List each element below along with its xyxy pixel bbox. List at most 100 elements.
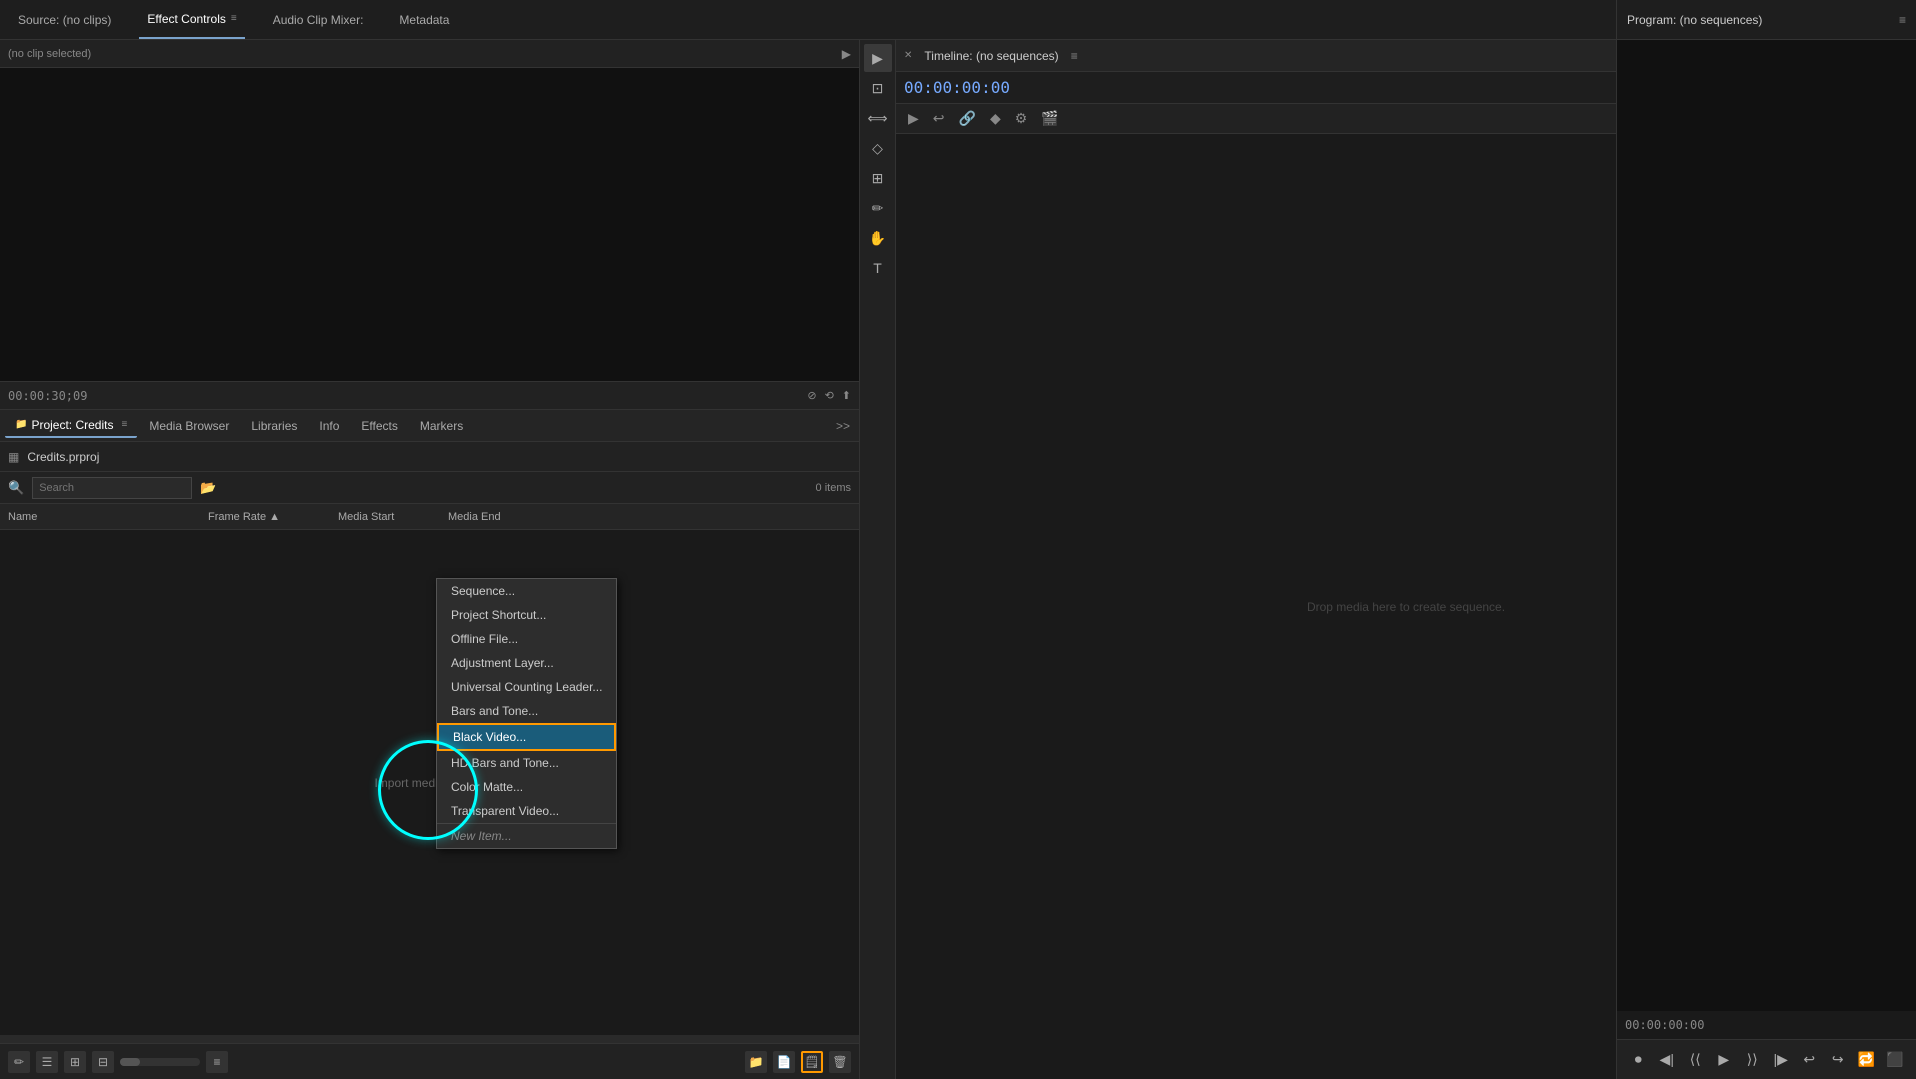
- tab-audio-clip-mixer[interactable]: Audio Clip Mixer:: [265, 0, 372, 39]
- menu-item-offline-file[interactable]: Offline File...: [437, 627, 616, 651]
- prog-prev-btn[interactable]: ⟨⟨: [1684, 1046, 1707, 1074]
- tab-markers[interactable]: Markers: [410, 415, 473, 437]
- tab-libraries-label: Libraries: [251, 419, 297, 433]
- panel-tabs-more[interactable]: >>: [832, 415, 854, 437]
- tab-audio-clip-mixer-label: Audio Clip Mixer:: [273, 13, 364, 27]
- tab-effect-controls[interactable]: Effect Controls ≡: [139, 0, 244, 39]
- program-label: Program: (no sequences): [1627, 13, 1762, 27]
- tab-effect-controls-label: Effect Controls: [147, 12, 225, 26]
- prog-play-btn[interactable]: ▶: [1713, 1046, 1736, 1074]
- new-item-footer-btn[interactable]: 📄: [773, 1051, 795, 1073]
- text-tool-btn[interactable]: T: [864, 254, 892, 282]
- tab-source[interactable]: Source: (no clips): [10, 0, 119, 39]
- source-screen: [0, 68, 859, 381]
- grid-view-icon: ▦: [8, 450, 19, 464]
- prog-step-back-btn[interactable]: ◀|: [1656, 1046, 1679, 1074]
- source-expand-icon: ▶: [842, 47, 851, 61]
- program-header: Program: (no sequences) ≡: [1617, 0, 1916, 40]
- prog-loop-btn[interactable]: 🔁: [1855, 1046, 1878, 1074]
- tl-link-btn[interactable]: 🔗: [955, 108, 980, 129]
- menu-item-bars-tone[interactable]: Bars and Tone...: [437, 699, 616, 723]
- tab-libraries[interactable]: Libraries: [241, 415, 307, 437]
- freeform-footer-btn[interactable]: ⊟: [92, 1051, 114, 1073]
- timeline-close-icon[interactable]: ✕: [904, 50, 912, 61]
- hand-tool-btn[interactable]: ✋: [864, 224, 892, 252]
- filter-icon: ⊘: [807, 389, 816, 402]
- col-header-framerate: Frame Rate ▲: [208, 511, 338, 523]
- no-clip-label: (no clip selected): [8, 48, 91, 60]
- tab-info[interactable]: Info: [309, 415, 349, 437]
- tool-column: ▶ ⊡ ⟺ ◇ ⊞ ✏ ✋ T: [860, 40, 896, 1079]
- program-controls: ⏺ ◀| ⟨⟨ ▶ ⟩⟩ |▶ ↩ ↪ 🔁 ⬛: [1617, 1039, 1916, 1079]
- tl-ripple-btn[interactable]: ↩: [929, 108, 949, 129]
- menu-item-transparent-video[interactable]: Transparent Video...: [437, 799, 616, 823]
- column-headers: Name Frame Rate ▲ Media Start Media End: [0, 504, 859, 530]
- tl-select-btn[interactable]: ▶: [904, 108, 923, 129]
- tab-markers-label: Markers: [420, 419, 463, 433]
- col-header-mediaend: Media End: [448, 511, 548, 523]
- prog-next-btn[interactable]: ⟩⟩: [1741, 1046, 1764, 1074]
- tab-media-browser-label: Media Browser: [149, 419, 229, 433]
- slip-tool-btn[interactable]: ⊞: [864, 164, 892, 192]
- menu-item-hd-bars-tone[interactable]: HD Bars and Tone...: [437, 751, 616, 775]
- tl-insert-btn[interactable]: ⚙: [1011, 108, 1032, 129]
- new-bin-footer-btn[interactable]: 📁: [745, 1051, 767, 1073]
- source-timecode: 00:00:30;09: [8, 389, 87, 403]
- menu-item-universal-counting[interactable]: Universal Counting Leader...: [437, 675, 616, 699]
- prog-record-btn[interactable]: ⏺: [1627, 1046, 1650, 1074]
- track-select-tool-btn[interactable]: ⊡: [864, 74, 892, 102]
- source-monitor: (no clip selected) ▶ 00:00:30;09 ⊘ ⟲ ⬆: [0, 40, 859, 410]
- export-icon: ⬆: [842, 389, 851, 402]
- tab-media-browser[interactable]: Media Browser: [139, 415, 239, 437]
- tab-info-label: Info: [319, 419, 339, 433]
- folder-small-icon: 📁: [15, 419, 27, 430]
- items-count: 0 items: [816, 482, 851, 494]
- project-panel: 📁 Project: Credits ≡ Media Browser Libra…: [0, 410, 859, 1079]
- tab-effects[interactable]: Effects: [351, 415, 407, 437]
- highlighted-new-item-btn[interactable]: 🗒: [801, 1051, 823, 1073]
- icon-view-footer-btn[interactable]: ⊞: [64, 1051, 86, 1073]
- razor-tool-btn[interactable]: ◇: [864, 134, 892, 162]
- tl-marker-btn[interactable]: ◆: [986, 108, 1005, 129]
- program-timecode-value: 00:00:00:00: [1625, 1018, 1704, 1032]
- tab-metadata[interactable]: Metadata: [391, 0, 457, 39]
- search-bar: 🔍 📂 0 items: [0, 472, 859, 504]
- menu-item-sequence[interactable]: Sequence...: [437, 579, 616, 603]
- tab-project-label: Project: Credits: [31, 418, 113, 432]
- pen-tool-btn[interactable]: ✏: [864, 194, 892, 222]
- project-footer: ✏ ☰ ⊞ ⊟ ≡ 📁 📄 🗒 🗑: [0, 1043, 859, 1079]
- panel-tabs: 📁 Project: Credits ≡ Media Browser Libra…: [0, 410, 859, 442]
- sort-asc-icon: ▲: [269, 511, 280, 523]
- delete-footer-btn[interactable]: 🗑: [829, 1051, 851, 1073]
- pencil-btn[interactable]: ✏: [8, 1051, 30, 1073]
- prog-export-btn[interactable]: ⬛: [1884, 1046, 1907, 1074]
- timeline-drop-hint: Drop media here to create sequence.: [1307, 600, 1505, 614]
- menu-item-black-video[interactable]: Black Video...: [437, 723, 616, 751]
- ripple-edit-tool-btn[interactable]: ⟺: [864, 104, 892, 132]
- select-tool-btn[interactable]: ▶: [864, 44, 892, 72]
- timeline-timecode: 00:00:00:00: [904, 78, 1010, 97]
- col-header-mediastart: Media Start: [338, 511, 448, 523]
- project-content: Import media to start: [0, 530, 859, 1035]
- program-menu-icon2: ≡: [1899, 13, 1906, 27]
- list-view-footer-btn[interactable]: ☰: [36, 1051, 58, 1073]
- settings-footer-btn[interactable]: ≡: [206, 1051, 228, 1073]
- scrollbar-h[interactable]: [0, 1035, 859, 1043]
- main-layout: (no clip selected) ▶ 00:00:30;09 ⊘ ⟲ ⬆ 📁…: [0, 40, 1916, 1079]
- prog-out-btn[interactable]: ↪: [1827, 1046, 1850, 1074]
- left-panel: (no clip selected) ▶ 00:00:30;09 ⊘ ⟲ ⬆ 📁…: [0, 40, 860, 1079]
- tab-menu-icon: ≡: [231, 13, 237, 24]
- search-input[interactable]: [32, 477, 192, 499]
- prog-in-btn[interactable]: ↩: [1798, 1046, 1821, 1074]
- menu-item-color-matte[interactable]: Color Matte...: [437, 775, 616, 799]
- timeline-menu-icon: ≡: [1071, 49, 1078, 63]
- tab-effects-label: Effects: [361, 419, 397, 433]
- menu-item-adjustment-layer[interactable]: Adjustment Layer...: [437, 651, 616, 675]
- tab-project-credits[interactable]: 📁 Project: Credits ≡: [5, 414, 137, 438]
- program-screen: [1617, 40, 1916, 1011]
- prog-step-fwd-btn[interactable]: |▶: [1770, 1046, 1793, 1074]
- menu-item-project-shortcut[interactable]: Project Shortcut...: [437, 603, 616, 627]
- folder-new-icon: 📂: [200, 480, 216, 496]
- tl-captions-btn[interactable]: 🎬: [1037, 108, 1062, 129]
- menu-item-new-item[interactable]: New Item...: [437, 823, 616, 848]
